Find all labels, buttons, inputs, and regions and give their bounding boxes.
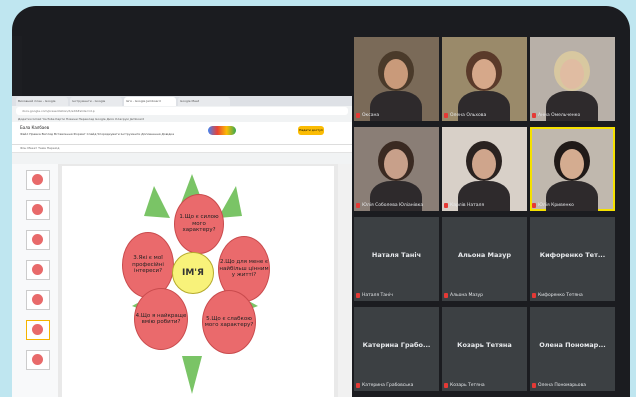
slide-canvas: 1.Що є силою мого характеру? 2.Що для ме… [58,164,338,397]
participant-display-name: Кифоренко Тет... [539,251,606,259]
slides-header: Бала Калбаев Файл Правка Вигляд Вставлен… [12,122,352,145]
mic-off-icon [444,203,448,208]
participant-name: Олена Пономарьова [538,383,586,388]
participant-display-name: Наталя Таніч [371,251,422,259]
petal-label: 5.Що є слабкою мого характеру? [204,315,254,329]
meet-badge-icon[interactable] [208,126,236,135]
browser-tab-active[interactable]: Ім'я - Google Jamboard [124,97,176,106]
mic-off-icon [532,203,536,208]
petal-label: 2.Що для мене є найбільш цінним у житті? [219,259,269,279]
flower-center[interactable]: ІМ'Я [172,252,214,294]
participant-face [560,149,584,179]
mic-off-icon [444,383,448,388]
participant-face [384,149,408,179]
mic-off-icon [356,293,360,298]
meet-window: Виховний план - Google Інструменти - Goo… [12,6,630,397]
participant-face [384,59,408,89]
participant-name: Анна Омельченко [538,113,581,118]
address-bar[interactable]: docs.google.com/presentation/d/edit#slid… [16,107,348,115]
participant-name: Кифоренко Тетяна [538,293,583,298]
mic-off-icon [356,113,360,118]
slide-thumbnail[interactable] [26,170,50,190]
document-title[interactable]: Бала Калбаев [20,125,49,130]
petal-bottom-right[interactable]: 5.Що є слабкою мого характеру? [202,290,256,354]
participant-name: Юлія Кривенко [538,203,574,208]
participant-face [472,59,496,89]
mic-off-icon [532,293,536,298]
mic-off-icon [532,113,536,118]
participant-tile[interactable]: Кифоренко Тет... Кифоренко Тетяна [530,217,615,301]
participant-name: Олена Ольхова [450,113,487,118]
participant-tile[interactable]: Анна Омельченко [530,37,615,121]
browser-tab[interactable]: Інструменти - Google [70,97,122,106]
mic-off-icon [356,203,360,208]
participant-face [472,149,496,179]
participant-tile[interactable]: Альона Мазур Альона Мазур [442,217,527,301]
petal-label: 4.Що я найкраще вмію робити? [135,312,187,326]
participant-tile[interactable]: Юлія Соболева Юліанівка [354,127,439,211]
slide-thumbnail[interactable] [26,350,50,370]
browser-tab-bar: Виховний план - Google Інструменти - Goo… [12,96,352,106]
participant-tile[interactable]: Олена Ольхова [442,37,527,121]
slides-toolbar[interactable]: Фон Макет Тема Перехід [12,145,352,153]
mic-off-icon [356,383,360,388]
slide-thumbnail[interactable] [26,200,50,220]
menu-bar[interactable]: Файл Правка Вигляд Вставлення Формат Сла… [20,132,174,136]
leaf-shape [182,356,202,394]
slide-thumbnail[interactable] [26,230,50,250]
participant-name: Оксана [362,113,380,118]
vertical-scrollbar[interactable] [338,164,352,397]
participant-display-name: Козарь Тетяна [457,341,512,349]
participant-name: Козарь Тетяна [450,383,485,388]
share-button[interactable]: Надати доступ [298,126,324,135]
slide-thumbnail-selected[interactable] [26,320,50,340]
participant-face [560,59,584,89]
participant-name: Наталя Таніч [362,293,393,298]
mic-off-icon [532,383,536,388]
participant-name: Альона Мазур [450,293,484,298]
participant-tile[interactable]: Олена Пономар... Олена Пономарьова [530,307,615,391]
petal-label: 3.Які є мої професійні інтереси? [132,255,164,275]
participant-name: Юлія Соболева Юліанівка [362,203,424,208]
petal-label: 1.Що є силою мого характеру? [179,214,219,234]
participant-tile[interactable]: Юлія Кривенко [530,127,615,211]
mic-off-icon [444,293,448,298]
participant-display-name: Катерина Грабо... [362,341,431,349]
petal-bottom-left[interactable]: 4.Що я найкраще вмію робити? [134,288,188,350]
participant-tile[interactable]: Оксана [354,37,439,121]
participant-tile[interactable]: Наталя Таніч Наталя Таніч [354,217,439,301]
slide-thumbnail[interactable] [26,290,50,310]
browser-tab[interactable]: Google Meet [178,97,230,106]
flower-center-label: ІМ'Я [182,268,204,278]
participant-name: Катерина Грабовська [362,383,414,388]
leaf-shape [144,186,170,218]
participant-tile[interactable]: Карлів Наталя [442,127,527,211]
participant-tile[interactable]: Козарь Тетяна Козарь Тетяна [442,307,527,391]
petal-top[interactable]: 1.Що є силою мого характеру? [174,194,224,254]
participant-display-name: Альона Мазур [457,251,512,259]
slide-thumbnail[interactable] [26,260,50,280]
mic-off-icon [444,113,448,118]
participant-name: Карлів Наталя [450,203,485,208]
browser-tab[interactable]: Виховний план - Google [16,97,68,106]
shared-screen: Виховний план - Google Інструменти - Goo… [12,96,352,397]
slide[interactable]: 1.Що є силою мого характеру? 2.Що для ме… [62,166,334,397]
participant-tile[interactable]: Катерина Грабо... Катерина Грабовська [354,307,439,391]
slide-thumbnails [12,164,59,397]
participant-display-name: Олена Пономар... [539,341,606,349]
